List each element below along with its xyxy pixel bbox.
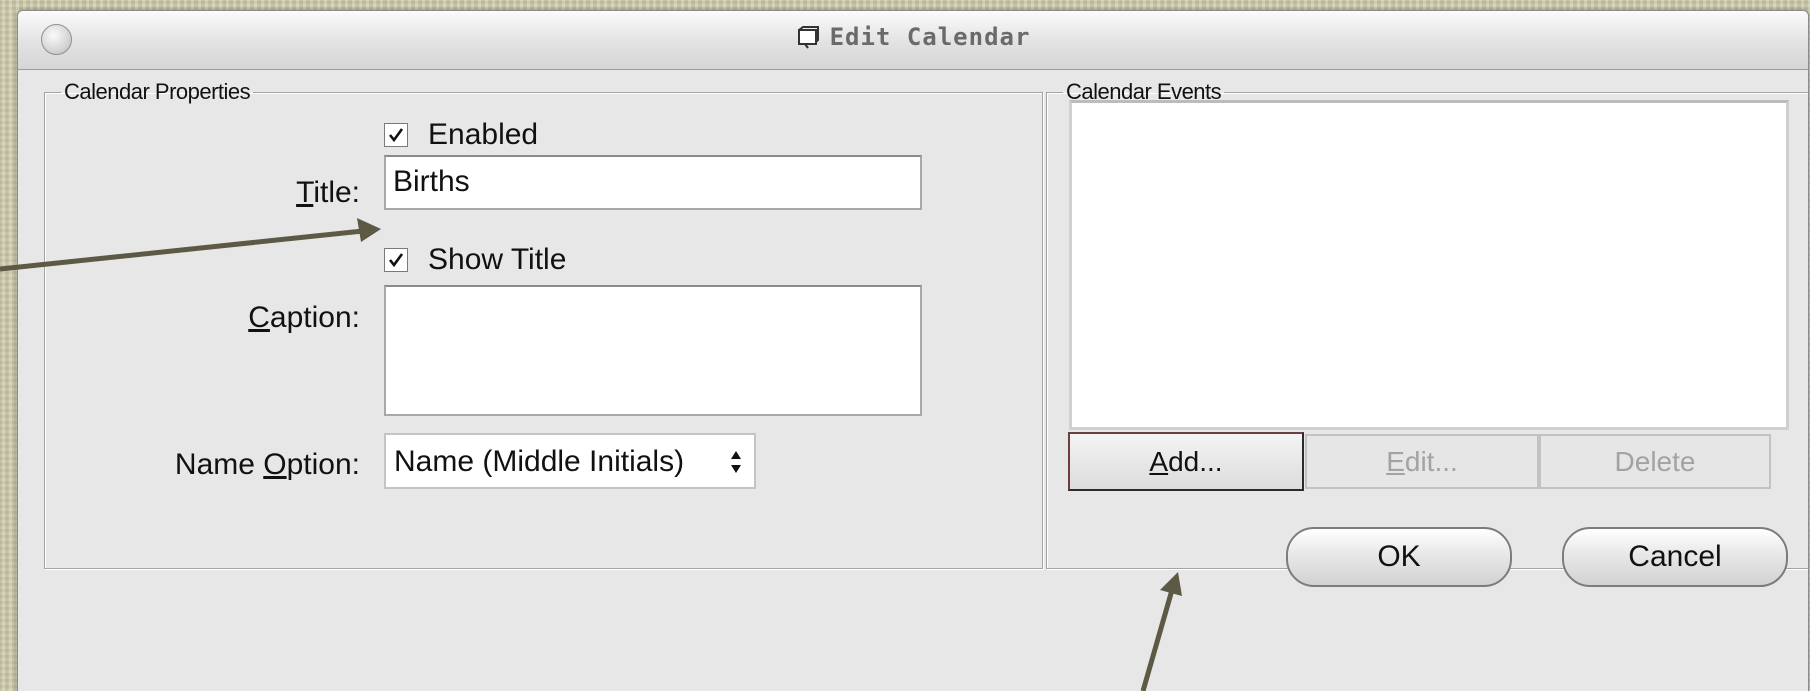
delete-event-button[interactable]: Delete: [1539, 434, 1771, 489]
enabled-label[interactable]: Enabled: [428, 118, 538, 152]
window-title: Edit Calendar: [829, 23, 1031, 51]
caption-textarea[interactable]: [384, 285, 922, 416]
calendar-window-icon: [797, 26, 819, 49]
show-title-label[interactable]: Show Title: [428, 243, 566, 277]
calendar-properties-legend: Calendar Properties: [64, 79, 251, 104]
title-input[interactable]: Births: [384, 155, 922, 210]
edit-calendar-dialog: Edit Calendar Calendar Properties Enable…: [17, 10, 1809, 691]
name-option-value: Name (Middle Initials): [394, 445, 685, 478]
title-bar[interactable]: Edit Calendar: [18, 11, 1808, 70]
name-option-select[interactable]: Name (Middle Initials): [384, 433, 756, 489]
show-title-checkbox[interactable]: [384, 248, 408, 272]
enabled-checkbox[interactable]: [384, 123, 408, 147]
edit-event-button[interactable]: Edit...: [1305, 434, 1539, 489]
add-event-button[interactable]: Add...: [1068, 432, 1304, 491]
name-option-label: Name Option:: [174, 448, 360, 481]
caption-label: Caption:: [248, 301, 360, 334]
checkmark-icon: [388, 128, 404, 143]
window-title-area: Edit Calendar: [18, 23, 1808, 51]
title-label: Title:: [296, 176, 360, 209]
cancel-button[interactable]: Cancel: [1562, 527, 1788, 587]
select-arrows-icon: [731, 451, 741, 473]
checkmark-icon: [388, 253, 404, 268]
calendar-events-list[interactable]: [1069, 100, 1789, 430]
ok-button[interactable]: OK: [1286, 527, 1512, 587]
